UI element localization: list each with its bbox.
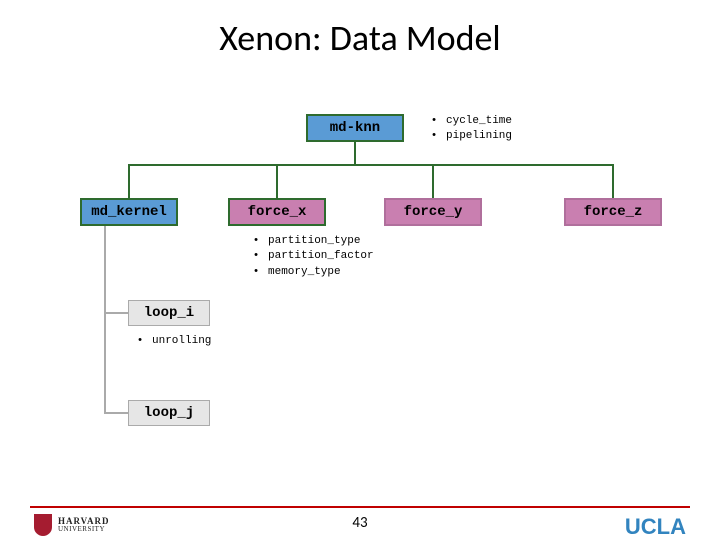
annot-partition-factor: partition_factor <box>268 249 374 264</box>
connector <box>432 164 434 198</box>
connector <box>128 164 130 198</box>
connector <box>104 312 128 314</box>
annot-partition-type: partition_type <box>268 234 360 249</box>
node-force-z: force_z <box>564 198 662 226</box>
annotation-loop-i: •unrolling <box>136 334 211 349</box>
logo-ucla: UCLA <box>625 514 686 540</box>
harvard-shield-icon <box>34 514 52 536</box>
node-loop-j: loop_j <box>128 400 210 426</box>
connector <box>128 164 614 166</box>
harvard-text-2: UNIVERSITY <box>58 526 110 533</box>
connector <box>104 226 106 414</box>
connector <box>104 412 128 414</box>
annot-cycle-time: cycle_time <box>446 114 512 129</box>
node-force-x: force_x <box>228 198 326 226</box>
node-md-kernel: md_kernel <box>80 198 178 226</box>
annot-pipelining: pipelining <box>446 129 512 144</box>
connector <box>354 142 356 164</box>
connector <box>612 164 614 198</box>
node-md-knn: md-knn <box>306 114 404 142</box>
annotation-force-x: •partition_type •partition_factor •memor… <box>252 234 374 280</box>
footer-divider <box>30 506 690 508</box>
node-force-y: force_y <box>384 198 482 226</box>
logo-harvard: HARVARD UNIVERSITY <box>34 514 110 536</box>
connector <box>276 164 278 198</box>
annot-memory-type: memory_type <box>268 265 341 280</box>
annot-unrolling: unrolling <box>152 334 211 349</box>
diagram-canvas: md-knn •cycle_time •pipelining md_kernel… <box>0 16 720 556</box>
annotation-root: •cycle_time •pipelining <box>430 114 512 145</box>
node-loop-i: loop_i <box>128 300 210 326</box>
